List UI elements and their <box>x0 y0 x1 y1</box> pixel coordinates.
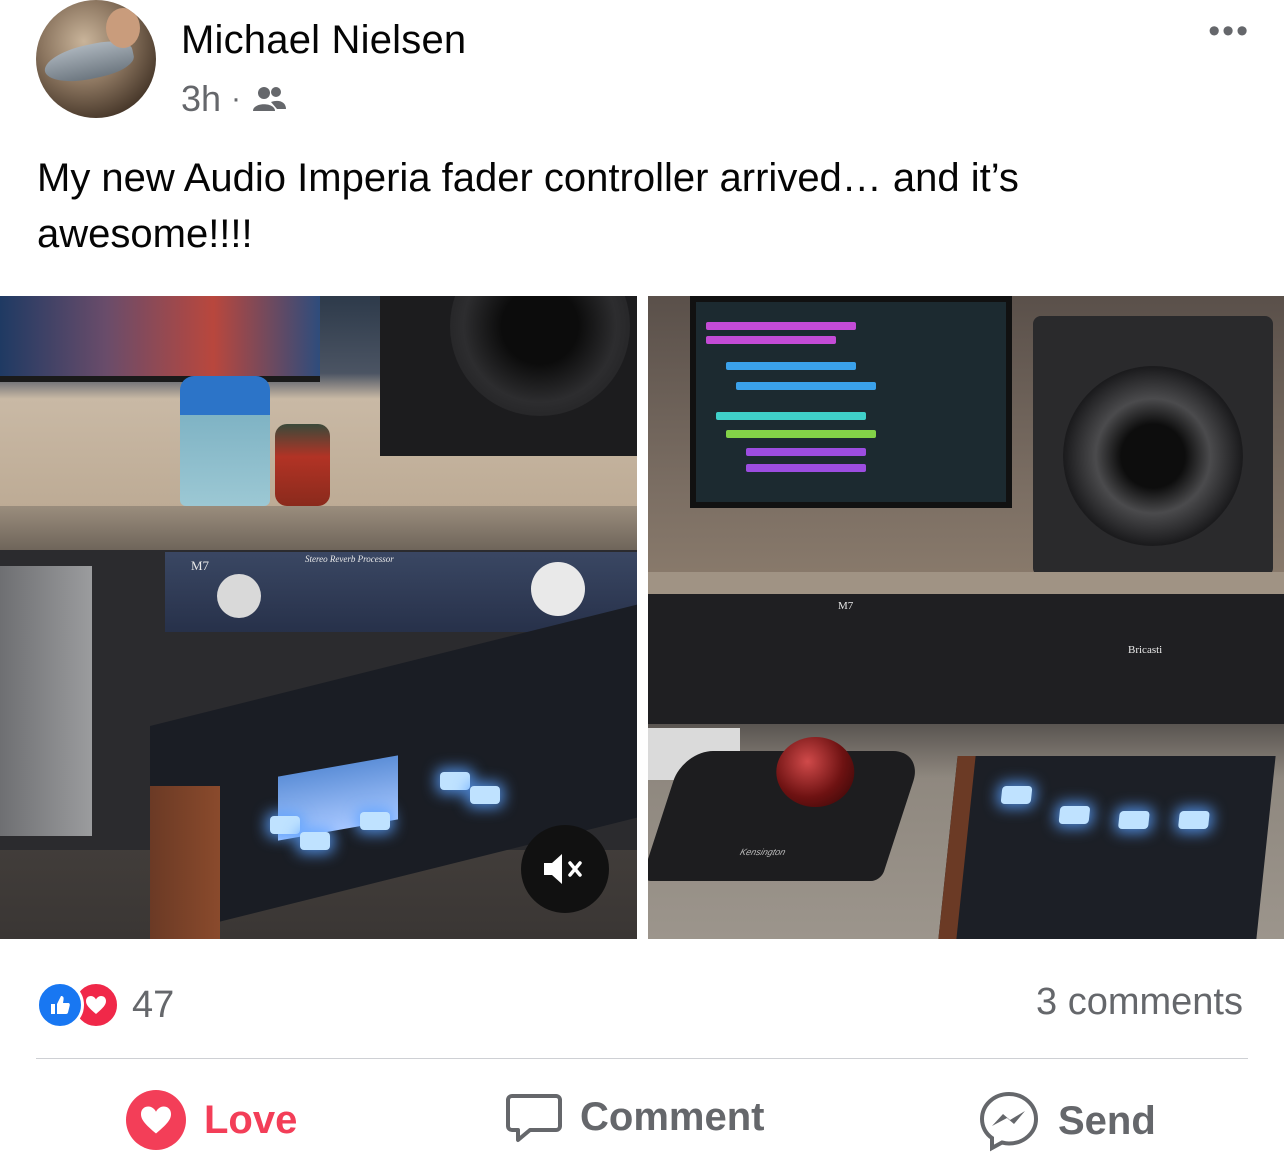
comments-count-link[interactable]: 3 comments <box>1036 981 1243 1024</box>
fader-controller-image <box>938 756 1276 939</box>
messenger-icon <box>979 1091 1039 1152</box>
post-text: My new Audio Imperia fader controller ar… <box>37 156 1019 256</box>
controller-button-glow <box>270 816 300 834</box>
studio-speaker-image <box>1033 316 1273 576</box>
controller-button-glow <box>1177 811 1210 829</box>
shelf-image <box>648 572 1284 594</box>
action-divider <box>36 1058 1248 1059</box>
comment-button[interactable]: Comment <box>506 1090 764 1144</box>
trackball-ball <box>776 737 855 807</box>
post-time[interactable]: 3h <box>181 78 221 120</box>
author-avatar[interactable] <box>36 0 156 118</box>
comment-label: Comment <box>580 1094 765 1139</box>
controller-button-glow <box>1117 811 1150 829</box>
like-reaction-icon <box>36 981 84 1029</box>
comment-icon <box>506 1094 562 1142</box>
trackball-brand-label: Kensington <box>738 847 787 857</box>
shelf-image <box>0 506 637 550</box>
studio-speaker-image <box>380 296 637 456</box>
meta-separator: · <box>231 82 242 115</box>
trackball-image: Kensington <box>648 737 924 881</box>
reactions-summary[interactable]: 47 <box>36 981 174 1029</box>
more-options-icon[interactable]: ••• <box>1208 12 1250 51</box>
author-name[interactable]: Michael Nielsen <box>181 18 466 63</box>
toy-figure-image <box>275 424 330 506</box>
rack-brand-label: Bricasti <box>1128 644 1163 656</box>
rack-model-label: M7 <box>191 558 210 573</box>
controller-button-glow <box>300 832 330 850</box>
post-photo-2[interactable]: M7 Bricasti Kensington <box>648 296 1284 939</box>
speaker-cone <box>1063 366 1243 546</box>
wood-side-panel <box>150 786 220 939</box>
rack-image: M7 Bricasti <box>648 594 1284 724</box>
rack-side-panel <box>0 566 92 836</box>
reaction-count: 47 <box>132 983 175 1026</box>
heart-icon <box>126 1090 186 1150</box>
post-meta: 3h · <box>181 78 287 120</box>
avatar-face <box>106 8 140 48</box>
reverb-unit-image: M7 Stereo Reverb Processor <box>165 552 637 632</box>
rack-knob <box>217 574 261 618</box>
controller-button-glow <box>360 812 390 830</box>
rack-knob-large <box>531 562 585 616</box>
rack-title-label: Stereo Reverb Processor <box>305 554 394 564</box>
controller-button-glow <box>440 772 470 790</box>
controller-button-glow <box>1058 806 1091 824</box>
send-button[interactable]: Send <box>978 1090 1156 1152</box>
robot-figure-image <box>180 376 270 506</box>
rack-model-label: M7 <box>838 600 854 612</box>
monitor-image <box>690 296 1012 508</box>
love-label: Love <box>204 1097 298 1142</box>
controller-button-glow <box>470 786 500 804</box>
post-photo-1[interactable]: M7 Stereo Reverb Processor <box>0 296 637 939</box>
mute-speaker-icon[interactable] <box>521 825 609 913</box>
monitor-image <box>0 296 320 382</box>
speaker-cone <box>450 296 630 416</box>
love-button[interactable]: Love <box>126 1090 297 1150</box>
controller-button-glow <box>1000 786 1033 804</box>
send-label: Send <box>1058 1098 1156 1143</box>
friends-icon[interactable] <box>251 84 287 114</box>
